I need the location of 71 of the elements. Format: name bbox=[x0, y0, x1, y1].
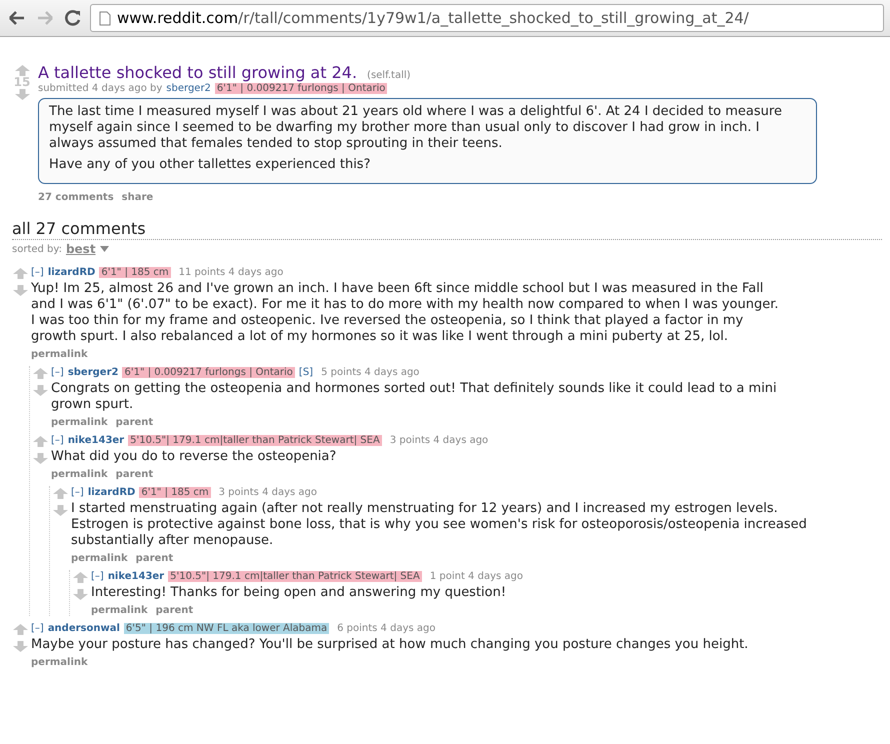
comment-link[interactable]: parent bbox=[136, 553, 174, 564]
address-bar[interactable]: www.reddit.com/r/tall/comments/1y79w1/a_tallette_shocked_to_still_growing_at_24/ bbox=[90, 4, 884, 32]
downvote-icon[interactable] bbox=[12, 641, 28, 652]
upvote-icon[interactable] bbox=[12, 624, 28, 635]
comment-text: What did you do to reverse the osteopenia? bbox=[51, 449, 338, 465]
comment-author[interactable]: andersonwal bbox=[48, 623, 120, 634]
post-paragraph: The last time I measured myself I was about 21 years old where I was a delightful 6'. At 24 I decided to measure myself again since I seemed to be dwarfing my brother more than usual only to discover I had grow in inch. I always assumed that females tended to stop sprouting in their teens. bbox=[49, 104, 783, 152]
comments-title: all 27 comments bbox=[12, 219, 146, 238]
post-author[interactable]: sberger2 bbox=[166, 83, 211, 94]
comment-text: Yup! Im 25, almost 26 and I've grown an inch. I have been 6ft since middle school but I was measured in the Fall and I was 6'1" (6'.07" to be exact). For me it has to do more with my health now compared to when I was younger. I was too thin for my frame and osteopenic. Ive reversed the osteopenia, so I think that played a factor in my growth spurt. I also rebalanced a lot of my hormones so it was like I went through a mini puberty at 25, lol. bbox=[31, 281, 780, 345]
submitter-mark: [S] bbox=[298, 367, 314, 378]
post-link[interactable]: share bbox=[122, 192, 154, 203]
sort-label: sorted by: bbox=[12, 244, 62, 254]
comment-link[interactable]: permalink bbox=[31, 657, 88, 668]
page-icon bbox=[99, 10, 111, 26]
comment-text: Interesting! Thanks for being open and answering my question! bbox=[91, 585, 508, 601]
collapse-toggle[interactable]: [–] bbox=[31, 267, 44, 278]
comment-link[interactable]: permalink bbox=[31, 349, 88, 360]
collapse-toggle[interactable]: [–] bbox=[31, 623, 44, 634]
upvote-icon[interactable] bbox=[14, 65, 30, 76]
comment-author[interactable]: nike143er bbox=[68, 435, 124, 446]
user-flair: 6'1" | 185 cm bbox=[139, 487, 211, 498]
comment-link[interactable]: permalink bbox=[71, 553, 128, 564]
user-flair: 6'1" | 0.009217 furlongs | Ontario bbox=[122, 367, 295, 378]
downvote-icon[interactable] bbox=[72, 589, 88, 600]
sort-dropdown[interactable]: best bbox=[66, 242, 96, 256]
user-flair: 5'10.5"| 179.1 cm|taller than Patrick Stewart| SEA bbox=[128, 435, 382, 446]
downvote-icon[interactable] bbox=[32, 453, 48, 464]
collapse-toggle[interactable]: [–] bbox=[91, 571, 104, 582]
post-paragraph: Have any of you other tallettes experienced this? bbox=[49, 157, 372, 173]
submitted-info: submitted 4 days ago by bbox=[38, 83, 162, 94]
downvote-icon[interactable] bbox=[14, 89, 30, 100]
downvote-icon[interactable] bbox=[12, 285, 28, 296]
user-flair: 5'10.5"| 179.1 cm|taller than Patrick Stewart| SEA bbox=[168, 571, 422, 582]
user-flair: 6'1" | 185 cm bbox=[99, 267, 171, 278]
comment-link[interactable]: parent bbox=[116, 469, 154, 480]
comment-author[interactable]: nike143er bbox=[108, 571, 164, 582]
comment-link[interactable]: permalink bbox=[91, 605, 148, 616]
comment-author[interactable]: lizardRD bbox=[48, 267, 96, 278]
comment-link[interactable]: permalink bbox=[51, 417, 108, 428]
collapse-toggle[interactable]: [–] bbox=[51, 367, 64, 378]
downvote-icon[interactable] bbox=[32, 385, 48, 396]
comment-meta: 1 point 4 days ago bbox=[430, 571, 523, 582]
comment-link[interactable]: parent bbox=[156, 605, 194, 616]
upvote-icon[interactable] bbox=[52, 488, 68, 499]
comment-link[interactable]: permalink bbox=[51, 469, 108, 480]
comment-author[interactable]: sberger2 bbox=[68, 367, 118, 378]
post-link[interactable]: 27 comments bbox=[38, 192, 114, 203]
upvote-icon[interactable] bbox=[32, 368, 48, 379]
comment-author[interactable]: lizardRD bbox=[88, 487, 136, 498]
comment-meta: 6 points 4 days ago bbox=[337, 623, 436, 634]
collapse-toggle[interactable]: [–] bbox=[71, 487, 84, 498]
comment-text: Congrats on getting the osteopenia and hormones sorted out! That definitely sounds like it could lead to a mini grown spurt. bbox=[51, 381, 778, 413]
user-flair: 6'1" | 0.009217 furlongs | Ontario bbox=[214, 83, 388, 94]
comment-text: I started menstruating again (after not really menstruating for 12 years) and I increased my estrogen levels. Estrogen is protective against bone loss, that is why you see women's risk for osteoporosis/osteopenia increased substantially after menopause. bbox=[71, 501, 808, 549]
comment-meta: 3 points 4 days ago bbox=[390, 435, 488, 446]
upvote-icon[interactable] bbox=[12, 268, 28, 279]
post-domain[interactable]: (self.tall) bbox=[367, 70, 411, 81]
upvote-icon[interactable] bbox=[72, 572, 88, 583]
downvote-icon[interactable] bbox=[52, 505, 68, 516]
caret-icon[interactable] bbox=[100, 246, 109, 252]
post-score: 15 bbox=[14, 76, 30, 89]
post-title[interactable]: A tallette shocked to still growing at 24. bbox=[38, 63, 358, 82]
comment-meta: 5 points 4 days ago bbox=[321, 367, 420, 378]
comment-meta: 11 points 4 days ago bbox=[178, 267, 284, 278]
user-flair: 6'5" | 196 cm NW FL aka lower Alabama bbox=[124, 623, 330, 634]
collapse-toggle[interactable]: [–] bbox=[51, 435, 64, 446]
comment-meta: 3 points 4 days ago bbox=[218, 487, 317, 498]
comment-link[interactable]: parent bbox=[116, 417, 154, 428]
upvote-icon[interactable] bbox=[32, 436, 48, 447]
comment-text: Maybe your posture has changed? You'll be surprised at how much changing you posture changes you height. bbox=[31, 637, 750, 653]
